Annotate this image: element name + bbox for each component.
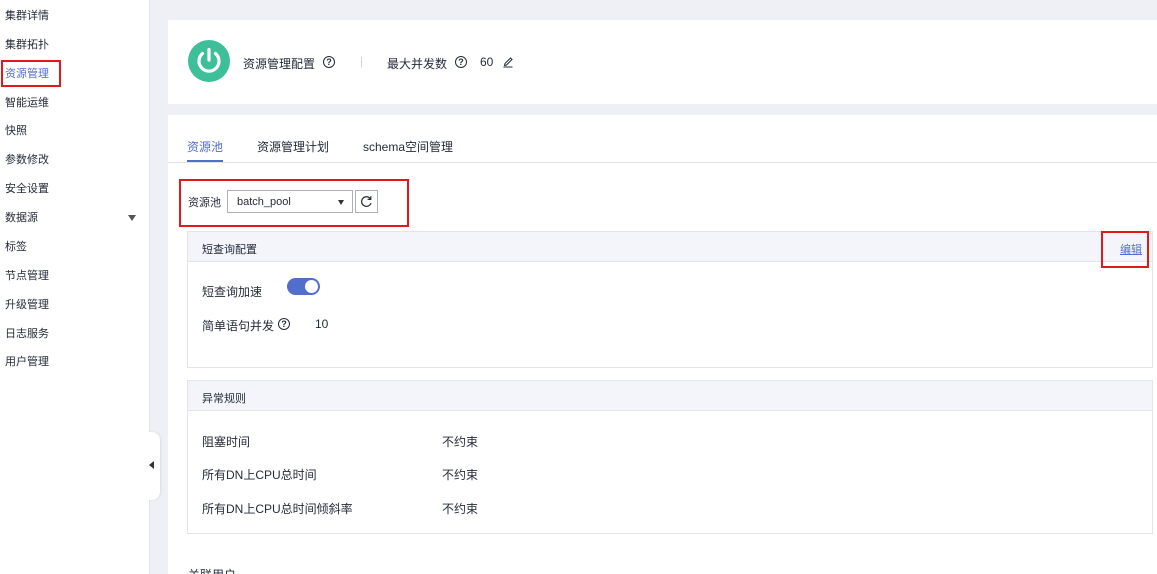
sidebar-item-label: 数据源 bbox=[5, 212, 38, 224]
highlight-box bbox=[1, 60, 61, 87]
simple-concurrency-value: 10 bbox=[315, 317, 329, 331]
highlight-box bbox=[179, 179, 409, 227]
short-query-panel: 短查询配置 编辑 短查询加速 简单语句并发 ? 10 bbox=[187, 231, 1153, 368]
sidebar-item-datasource[interactable]: 数据源 bbox=[0, 204, 150, 232]
sidebar-item-tags[interactable]: 标签 bbox=[0, 233, 150, 261]
short-query-accel-toggle[interactable] bbox=[287, 278, 320, 295]
page-title: 资源管理配置 bbox=[243, 57, 316, 71]
chevron-down-icon[interactable] bbox=[128, 215, 136, 221]
highlight-box bbox=[1101, 231, 1149, 268]
help-icon[interactable]: ? bbox=[455, 56, 467, 68]
tab-schema-space[interactable]: schema空间管理 bbox=[363, 138, 453, 155]
rule-label: 阻塞时间 bbox=[202, 435, 251, 449]
section-title: 关联用户 bbox=[188, 566, 236, 574]
rule-value: 不约束 bbox=[442, 502, 479, 516]
sidebar-item-cluster-details[interactable]: 集群详情 bbox=[0, 2, 150, 30]
sidebar-item-user-management[interactable]: 用户管理 bbox=[0, 348, 150, 376]
max-concurrency-value: 60 bbox=[480, 55, 494, 69]
sidebar-item-smart-ops[interactable]: 智能运维 bbox=[0, 89, 150, 117]
exception-rules-panel: 异常规则 阻塞时间 不约束 所有DN上CPU总时间 不约束 所有DN上CPU总时… bbox=[187, 380, 1153, 534]
chevron-left-icon bbox=[149, 461, 154, 469]
tab-bar: 资源池 资源管理计划 schema空间管理 bbox=[168, 115, 1157, 163]
simple-concurrency-label: 简单语句并发 bbox=[202, 319, 275, 333]
panel-title: 短查询配置 bbox=[202, 244, 257, 256]
resource-pool-card: 资源池 资源管理计划 schema空间管理 资源池 batch_pool 短查询… bbox=[168, 115, 1157, 574]
resource-config-header: 资源管理配置 ? 最大并发数 ? 60 bbox=[168, 20, 1157, 104]
help-icon[interactable]: ? bbox=[278, 318, 290, 330]
panel-header: 异常规则 bbox=[188, 381, 1152, 411]
sidebar-collapse-handle[interactable] bbox=[146, 432, 160, 500]
tab-resource-plan[interactable]: 资源管理计划 bbox=[257, 138, 329, 155]
sidebar-item-snapshot[interactable]: 快照 bbox=[0, 117, 150, 145]
toggle-knob bbox=[305, 280, 318, 293]
short-query-accel-label: 短查询加速 bbox=[202, 285, 263, 299]
tab-active-indicator bbox=[187, 160, 223, 162]
sidebar-item-upgrade[interactable]: 升级管理 bbox=[0, 291, 150, 319]
sidebar-item-cluster-topology[interactable]: 集群拓扑 bbox=[0, 31, 150, 59]
rule-value: 不约束 bbox=[442, 435, 479, 449]
max-concurrency-label: 最大并发数 bbox=[387, 57, 448, 71]
rule-label: 所有DN上CPU总时间 bbox=[202, 468, 317, 482]
help-icon[interactable]: ? bbox=[323, 56, 335, 68]
power-icon bbox=[188, 40, 230, 82]
sidebar-item-security[interactable]: 安全设置 bbox=[0, 175, 150, 203]
tab-resource-pool[interactable]: 资源池 bbox=[187, 138, 223, 155]
panel-header: 短查询配置 编辑 bbox=[188, 232, 1152, 262]
pencil-icon[interactable] bbox=[502, 56, 514, 68]
divider bbox=[361, 57, 362, 67]
rule-label: 所有DN上CPU总时间倾斜率 bbox=[202, 502, 353, 516]
sidebar-item-param-modify[interactable]: 参数修改 bbox=[0, 146, 150, 174]
sidebar-item-log-service[interactable]: 日志服务 bbox=[0, 320, 150, 348]
rule-value: 不约束 bbox=[442, 468, 479, 482]
panel-title: 异常规则 bbox=[202, 393, 246, 405]
sidebar-item-node-management[interactable]: 节点管理 bbox=[0, 262, 150, 290]
